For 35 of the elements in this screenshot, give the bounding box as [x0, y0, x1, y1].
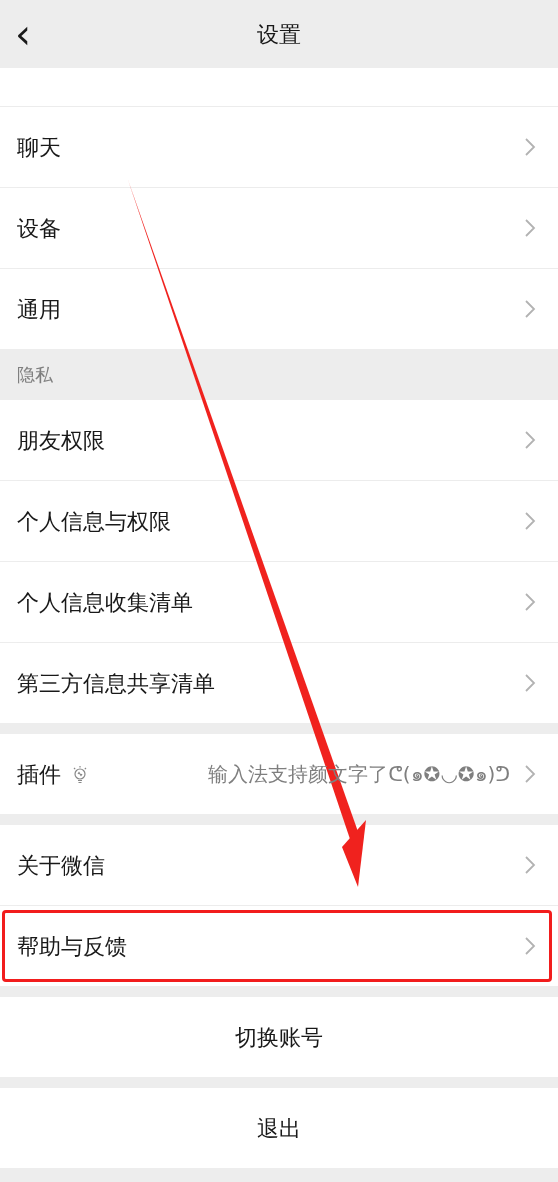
section-title: 隐私 [17, 363, 53, 387]
back-button[interactable]: ‹ [8, 14, 38, 54]
settings-row[interactable]: 聊天 [0, 107, 558, 187]
settings-row[interactable]: 通用 [0, 269, 558, 349]
row-label: 通用 [17, 295, 62, 324]
row-label: 关于微信 [17, 851, 106, 880]
settings-row[interactable]: 帮助与反馈 [0, 906, 558, 986]
row-label: 插件 [17, 760, 61, 789]
row-label: 设备 [17, 214, 62, 243]
settings-row[interactable]: 个人信息收集清单 [0, 562, 558, 642]
settings-row[interactable]: 设备 [0, 188, 558, 268]
chevron-icon [524, 299, 536, 319]
action-button[interactable]: 退出 [0, 1088, 558, 1168]
row-label: 帮助与反馈 [17, 932, 128, 961]
row-label: 第三方信息共享清单 [17, 669, 216, 698]
chevron-icon [524, 137, 536, 157]
chevron-icon [524, 936, 536, 956]
action-button[interactable]: 切换账号 [0, 997, 558, 1077]
row-label: 聊天 [17, 133, 62, 162]
row-label: 个人信息与权限 [17, 507, 172, 536]
settings-row[interactable]: 个人信息与权限 [0, 481, 558, 561]
settings-row[interactable]: 第三方信息共享清单 [0, 643, 558, 723]
chevron-icon [524, 673, 536, 693]
row-label: 个人信息收集清单 [17, 588, 194, 617]
page-title: 设置 [257, 20, 301, 49]
settings-row[interactable]: 关于微信 [0, 825, 558, 905]
settings-row[interactable]: 朋友权限 [0, 400, 558, 480]
chevron-icon [524, 511, 536, 531]
chevron-icon [524, 592, 536, 612]
lightbulb-icon [71, 764, 89, 784]
chevron-icon [524, 855, 536, 875]
chevron-icon [524, 430, 536, 450]
chevron-icon [524, 764, 536, 784]
chevron-icon [524, 218, 536, 238]
row-label: 朋友权限 [17, 426, 106, 455]
